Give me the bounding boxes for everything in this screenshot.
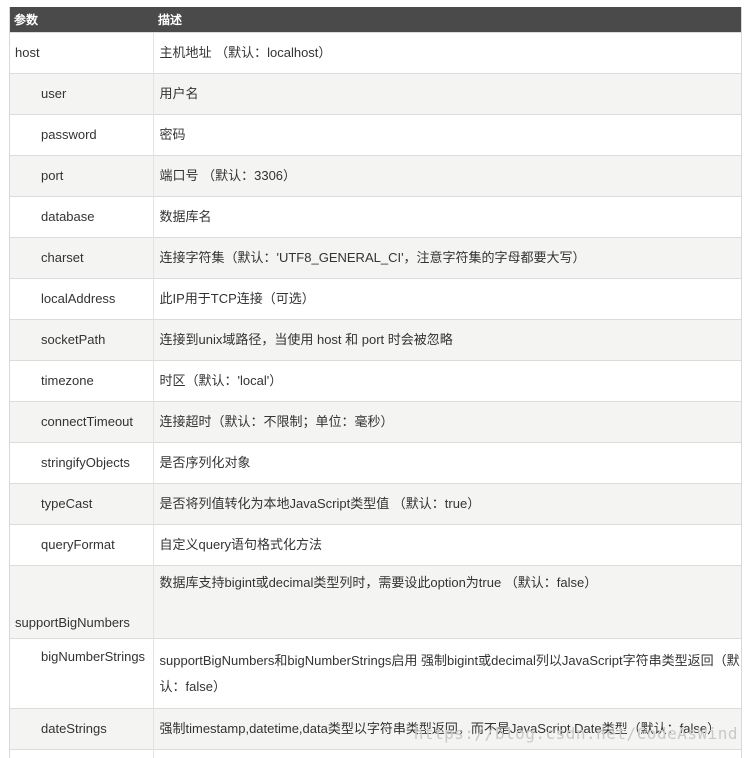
param-desc: 连接超时（默认：不限制；单位：毫秒） — [153, 402, 741, 443]
param-desc: 数据库支持bigint或decimal类型列时，需要设此option为true … — [153, 566, 741, 639]
param-name: password — [10, 115, 153, 156]
param-name: user — [10, 74, 153, 115]
param-name: localAddress — [10, 279, 153, 320]
param-name: supportBigNumbers — [10, 566, 153, 639]
param-desc: 是否将列值转化为本地JavaScript类型值 （默认：true） — [153, 484, 741, 525]
param-desc: 连接到unix域路径，当使用 host 和 port 时会被忽略 — [153, 320, 741, 361]
table-row: user 用户名 — [10, 74, 741, 115]
param-desc: 数据库名 — [153, 197, 741, 238]
param-desc: supportBigNumbers和bigNumberStrings启用 强制b… — [153, 639, 741, 709]
param-desc: 端口号 （默认：3306） — [153, 156, 741, 197]
options-table: 参数 描述 host 主机地址 （默认：localhost） user 用户名 … — [10, 7, 741, 758]
param-name: charset — [10, 238, 153, 279]
param-name: port — [10, 156, 153, 197]
table-row: supportBigNumbers 数据库支持bigint或decimal类型列… — [10, 566, 741, 639]
param-name: bigNumberStrings — [10, 639, 153, 709]
param-name: dateStrings — [10, 709, 153, 750]
param-desc: 用户名 — [153, 74, 741, 115]
table-row: socketPath 连接到unix域路径，当使用 host 和 port 时会… — [10, 320, 741, 361]
param-desc: 是否序列化对象 — [153, 443, 741, 484]
param-name: connectTimeout — [10, 402, 153, 443]
table-row: connectTimeout 连接超时（默认：不限制；单位：毫秒） — [10, 402, 741, 443]
table-row: host 主机地址 （默认：localhost） — [10, 33, 741, 74]
param-desc: 时区（默认：'local'） — [153, 361, 741, 402]
param-desc: 主机地址 （默认：localhost） — [153, 33, 741, 74]
param-name: queryFormat — [10, 525, 153, 566]
table-row: password 密码 — [10, 115, 741, 156]
param-desc: 连接字符集（默认：'UTF8_GENERAL_CI'，注意字符集的字母都要大写） — [153, 238, 741, 279]
watermark: https://blog.csdn.net/CodeAsWind — [414, 724, 738, 743]
table-header-row: 参数 描述 — [10, 7, 741, 33]
table-row: bigNumberStrings supportBigNumbers和bigNu… — [10, 639, 741, 709]
table-row-partial — [10, 750, 741, 758]
table-row: queryFormat 自定义query语句格式化方法 — [10, 525, 741, 566]
table-row: database 数据库名 — [10, 197, 741, 238]
param-name: database — [10, 197, 153, 238]
table-row: stringifyObjects 是否序列化对象 — [10, 443, 741, 484]
table-row: charset 连接字符集（默认：'UTF8_GENERAL_CI'，注意字符集… — [10, 238, 741, 279]
param-desc: 自定义query语句格式化方法 — [153, 525, 741, 566]
param-name: host — [10, 33, 153, 74]
header-param: 参数 — [10, 7, 153, 33]
table-row: typeCast 是否将列值转化为本地JavaScript类型值 （默认：tru… — [10, 484, 741, 525]
table-row: port 端口号 （默认：3306） — [10, 156, 741, 197]
param-name: stringifyObjects — [10, 443, 153, 484]
param-name: typeCast — [10, 484, 153, 525]
param-name: timezone — [10, 361, 153, 402]
table-row: timezone 时区（默认：'local'） — [10, 361, 741, 402]
options-table-container: 参数 描述 host 主机地址 （默认：localhost） user 用户名 … — [9, 7, 742, 758]
header-desc: 描述 — [153, 7, 741, 33]
param-name: socketPath — [10, 320, 153, 361]
param-desc: 密码 — [153, 115, 741, 156]
param-desc: 此IP用于TCP连接（可选） — [153, 279, 741, 320]
table-row: localAddress 此IP用于TCP连接（可选） — [10, 279, 741, 320]
